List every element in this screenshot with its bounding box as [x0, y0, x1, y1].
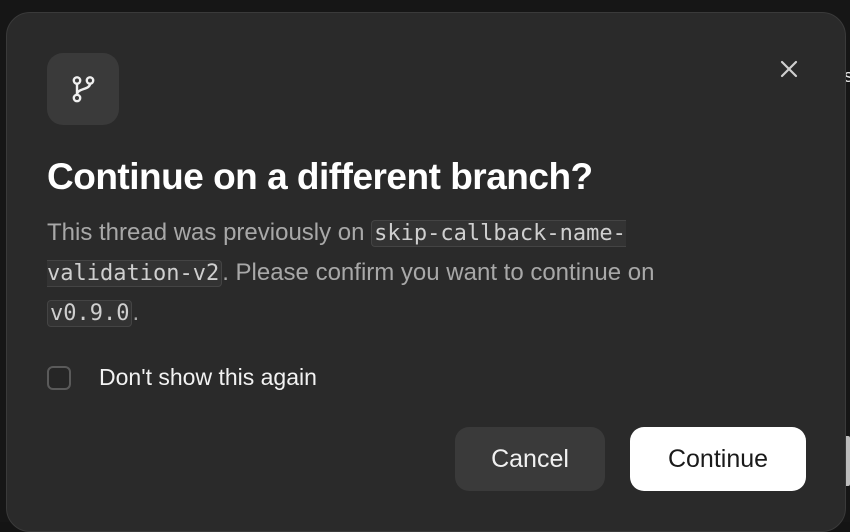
dont-show-again-option[interactable]: Don't show this again: [47, 364, 317, 391]
target-branch-name: v0.9.0: [47, 300, 133, 327]
continue-button[interactable]: Continue: [630, 427, 806, 491]
close-icon: [780, 60, 798, 78]
branch-change-dialog: Continue on a different branch? This thr…: [6, 12, 846, 532]
message-middle: . Please confirm you want to continue on: [222, 259, 655, 286]
cancel-button[interactable]: Cancel: [455, 427, 605, 491]
dont-show-again-label[interactable]: Don't show this again: [99, 364, 317, 391]
dialog-message: This thread was previously on skip-callb…: [47, 213, 747, 333]
message-suffix: .: [132, 299, 140, 326]
close-button[interactable]: [775, 55, 803, 83]
message-prefix: This thread was previously on: [47, 219, 372, 246]
git-branch-icon: [47, 53, 119, 125]
dont-show-again-checkbox[interactable]: [47, 365, 71, 390]
dialog-title: Continue on a different branch?: [47, 156, 593, 197]
